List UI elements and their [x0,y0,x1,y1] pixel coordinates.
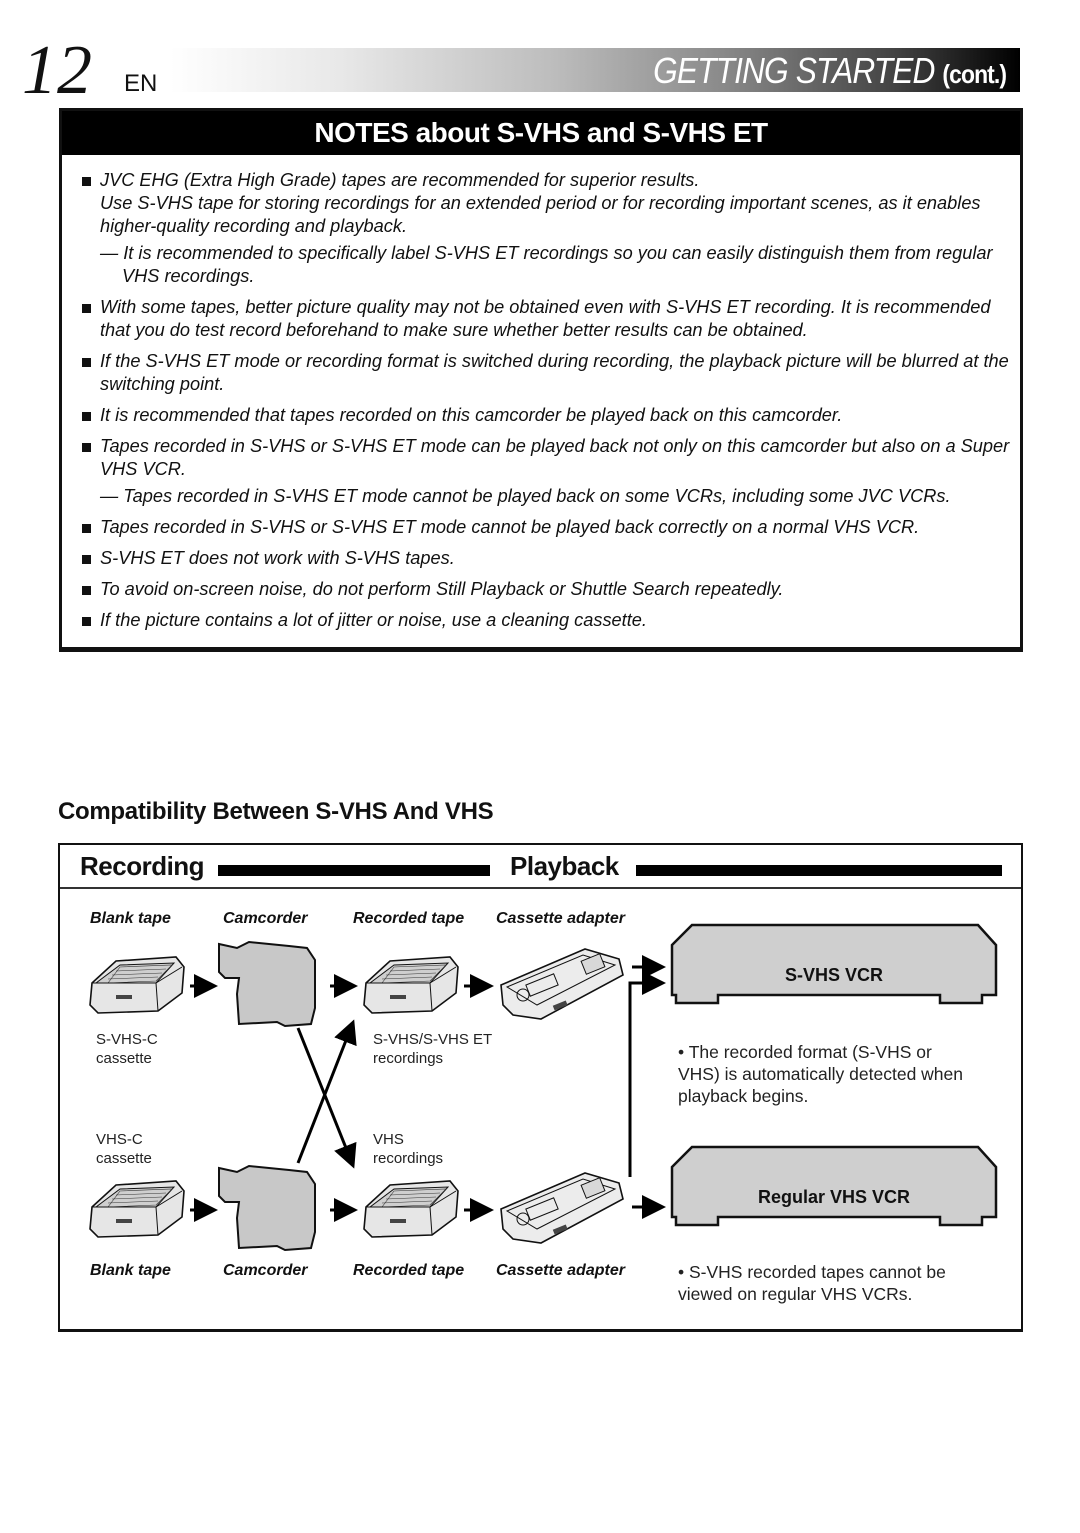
note-item: It is recommended that tapes recorded on… [82,404,1010,427]
note-item: To avoid on-screen noise, do not perform… [82,578,1010,601]
camcorder-icon [218,1165,316,1251]
cassette-adapter-icon [500,1172,624,1244]
page-number: 12 [22,32,92,109]
note-text: Tapes recorded in S-VHS or S-VHS ET mode… [100,436,1010,479]
bullet-square-icon [82,617,91,626]
note-subitem: — Tapes recorded in S-VHS ET mode cannot… [100,486,951,506]
note-item: JVC EHG (Extra High Grade) tapes are rec… [82,169,1010,288]
notes-box: NOTES about S-VHS and S-VHS ET JVC EHG (… [59,108,1023,652]
note-text: It is recommended that tapes recorded on… [100,405,843,425]
note-text: If the picture contains a lot of jitter … [100,610,647,630]
bullet-square-icon [82,586,91,595]
recorded-tape-icon [363,1180,459,1238]
svhs-vcr-icon [670,923,998,1005]
section-title-suffix: (cont.) [942,59,1007,89]
bullet-dot-icon: • [678,1042,689,1062]
page-language: EN [124,70,158,97]
note-text: With some tapes, better picture quality … [100,297,991,340]
camcorder-icon [218,941,316,1027]
regular-vcr-label: Regular VHS VCR [757,1187,911,1207]
regular-vcr-icon [670,1145,998,1227]
bullet-square-icon [82,412,91,421]
compatibility-diagram-box: Recording Playback Blank tape Camcorder … [58,843,1023,1332]
svhs-vcr-label: S-VHS VCR [784,965,883,985]
compatibility-title: Compatibility Between S-VHS And VHS [58,798,494,825]
note-text: JVC EHG (Extra High Grade) tapes are rec… [100,170,700,190]
svhs-c-cassette-icon [89,956,185,1014]
section-header-band: GETTING STARTED (cont.) [170,48,1020,92]
cassette-adapter-icon [500,948,624,1020]
bullet-dot-icon: • [678,1262,689,1282]
note-text: To avoid on-screen noise, do not perform… [100,579,784,599]
note-item: Tapes recorded in S-VHS or S-VHS ET mode… [82,435,1010,508]
note-text: S-VHS ET does not work with S-VHS tapes. [100,548,455,568]
note-text: S-VHS recorded tapes cannot be viewed on… [678,1262,946,1304]
bullet-square-icon [82,304,91,313]
bullet-square-icon [82,555,91,564]
bullet-square-icon [82,443,91,452]
note-item: Tapes recorded in S-VHS or S-VHS ET mode… [82,516,1010,539]
note-item: With some tapes, better picture quality … [82,296,1010,342]
svhs-vcr-note: • The recorded format (S-VHS or VHS) is … [678,1041,978,1107]
note-text: The recorded format (S-VHS or VHS) is au… [678,1042,963,1106]
note-item: If the picture contains a lot of jitter … [82,609,1010,632]
bullet-square-icon [82,358,91,367]
note-text: Tapes recorded in S-VHS or S-VHS ET mode… [100,517,920,537]
note-paragraph: Use S-VHS tape for storing recordings fo… [100,193,981,236]
note-item: If the S-VHS ET mode or recording format… [82,350,1010,396]
section-title-text: GETTING STARTED [653,50,935,91]
note-text: If the S-VHS ET mode or recording format… [100,351,1009,394]
connector-line [628,971,666,1177]
note-item: S-VHS ET does not work with S-VHS tapes. [82,547,1010,570]
section-title: GETTING STARTED (cont.) [653,50,1007,92]
bullet-square-icon [82,177,91,186]
notes-title: NOTES about S-VHS and S-VHS ET [62,111,1020,155]
bullet-square-icon [82,524,91,533]
notes-list: JVC EHG (Extra High Grade) tapes are rec… [62,155,1020,632]
recorded-tape-icon [363,956,459,1014]
note-subitem: — It is recommended to specifically labe… [100,243,993,286]
vhs-c-cassette-icon [89,1180,185,1238]
regular-vcr-note: • S-VHS recorded tapes cannot be viewed … [678,1261,988,1305]
